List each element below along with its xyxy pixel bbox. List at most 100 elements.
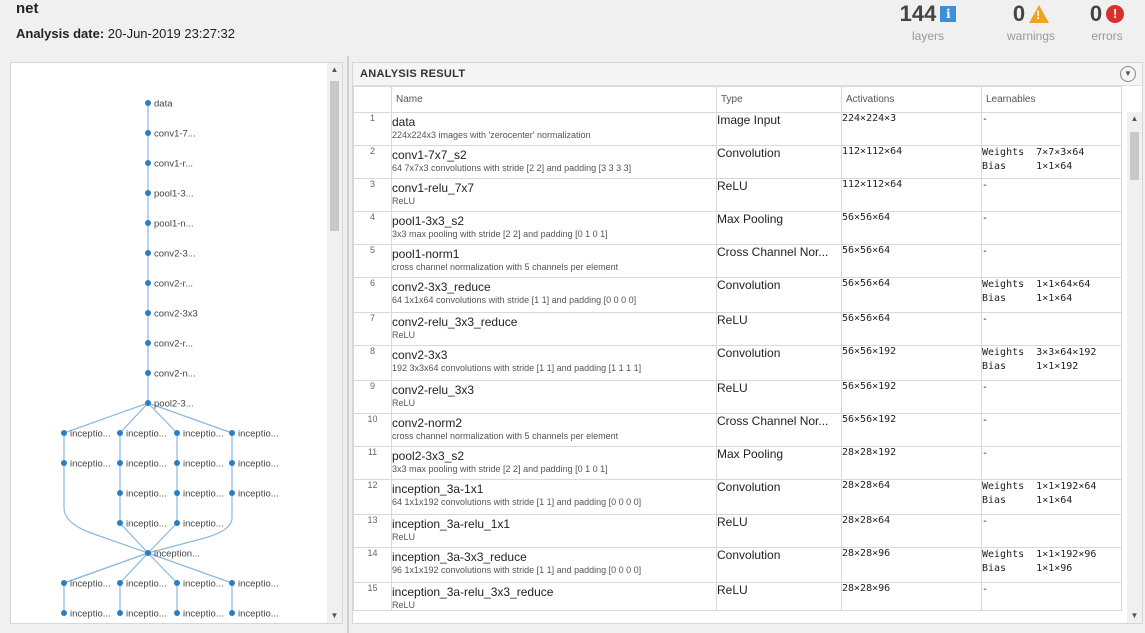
graph-node[interactable] — [61, 460, 67, 466]
table-row[interactable]: 13 inception_3a-relu_1x1 ReLU ReLU 28×28×64- — [353, 514, 1122, 548]
graph-node-label[interactable]: inceptio... — [238, 609, 279, 620]
graph-node-label[interactable]: inception... — [154, 549, 200, 560]
graph-node[interactable] — [229, 460, 235, 466]
graph-node[interactable] — [145, 280, 151, 286]
table-row[interactable]: 4 pool1-3x3_s2 3x3 max pooling with stride… — [353, 211, 1122, 245]
graph-node-label[interactable]: inceptio... — [126, 609, 167, 620]
graph-scroll-thumb[interactable] — [330, 81, 339, 231]
graph-node[interactable] — [229, 490, 235, 496]
table-row[interactable]: 15 inception_3a-relu_3x3_reduce ReLU ReLU 28… — [353, 582, 1122, 611]
graph-node[interactable] — [145, 310, 151, 316]
graph-node-label[interactable]: conv1-r... — [154, 159, 193, 170]
graph-node[interactable] — [145, 160, 151, 166]
graph-node[interactable] — [61, 610, 67, 616]
graph-node-label[interactable]: pool1-n... — [154, 219, 194, 230]
graph-node-label[interactable]: inceptio... — [238, 579, 279, 590]
graph-node-label[interactable]: conv2-3... — [154, 249, 196, 260]
table-row[interactable]: 2 conv1-7x7_s2 64 7x7x3 convolutions with … — [353, 145, 1122, 179]
graph-node[interactable] — [117, 610, 123, 616]
column-header-learnables[interactable]: Learnables — [981, 86, 1122, 113]
graph-node[interactable] — [145, 250, 151, 256]
table-row[interactable]: 11 pool2-3x3_s2 3x3 max pooling with strid… — [353, 446, 1122, 480]
graph-node-label[interactable]: inceptio... — [70, 459, 111, 470]
table-row[interactable]: 1 data 224x224x3 images with 'zerocenter' … — [353, 112, 1122, 146]
table-row[interactable]: 7 conv2-relu_3x3_reduce ReLU ReLU 56×56×64- — [353, 312, 1122, 346]
scroll-up-arrow-icon[interactable]: ▲ — [1127, 112, 1142, 126]
graph-node[interactable] — [174, 580, 180, 586]
table-row[interactable]: 9 conv2-relu_3x3 ReLU ReLU 56×56×192- — [353, 380, 1122, 414]
network-graph[interactable]: data conv1-7... conv1-r... pool1-3... pool1-… — [11, 63, 327, 623]
graph-scrollbar[interactable]: ▲ ▼ — [327, 63, 342, 623]
graph-node[interactable] — [145, 130, 151, 136]
graph-node-label[interactable]: inceptio... — [238, 429, 279, 440]
graph-node[interactable] — [145, 220, 151, 226]
table-row[interactable]: 14 inception_3a-3x3_reduce 96 1x1x192 conv… — [353, 547, 1122, 583]
column-header-index[interactable] — [353, 86, 392, 113]
panel-divider[interactable] — [347, 56, 349, 633]
graph-node-label[interactable]: conv2-r... — [154, 279, 193, 290]
graph-node-label[interactable]: inceptio... — [126, 429, 167, 440]
graph-node-label[interactable]: conv2-n... — [154, 369, 196, 380]
table-row[interactable]: 10 conv2-norm2 cross channel normalization… — [353, 413, 1122, 447]
graph-node[interactable] — [61, 580, 67, 586]
graph-node-label[interactable]: inceptio... — [183, 609, 224, 620]
scroll-down-arrow-icon[interactable]: ▼ — [1127, 609, 1142, 623]
layer-name: data — [392, 115, 416, 129]
graph-node[interactable] — [117, 490, 123, 496]
table-row[interactable]: 8 conv2-3x3 192 3x3x64 convolutions with s… — [353, 345, 1122, 381]
graph-node[interactable] — [145, 340, 151, 346]
graph-node[interactable] — [145, 370, 151, 376]
graph-node-label[interactable]: inceptio... — [183, 429, 224, 440]
graph-node[interactable] — [229, 430, 235, 436]
graph-node-label[interactable]: conv2-r... — [154, 339, 193, 350]
graph-node[interactable] — [145, 190, 151, 196]
graph-node-label[interactable]: pool1-3... — [154, 189, 194, 200]
table-row[interactable]: 6 conv2-3x3_reduce 64 1x1x64 convolutions … — [353, 277, 1122, 313]
graph-node[interactable] — [229, 610, 235, 616]
graph-node-label[interactable]: inceptio... — [126, 519, 167, 530]
graph-node-label[interactable]: inceptio... — [126, 489, 167, 500]
graph-node[interactable] — [117, 520, 123, 526]
graph-node-label[interactable]: pool2-3... — [154, 399, 194, 410]
graph-node-label[interactable]: inceptio... — [126, 579, 167, 590]
graph-node-label[interactable]: conv2-3x3 — [154, 309, 198, 320]
graph-node[interactable] — [117, 460, 123, 466]
graph-node[interactable] — [174, 460, 180, 466]
network-graph-panel[interactable]: data conv1-7... conv1-r... pool1-3... pool1-… — [10, 62, 343, 624]
graph-node-label[interactable]: data — [154, 99, 173, 110]
column-header-type[interactable]: Type — [716, 86, 842, 113]
scroll-down-arrow-icon[interactable]: ▼ — [327, 609, 342, 623]
graph-node-label[interactable]: inceptio... — [183, 459, 224, 470]
graph-node-label[interactable]: inceptio... — [183, 579, 224, 590]
graph-node[interactable] — [145, 100, 151, 106]
graph-node[interactable] — [145, 550, 151, 556]
graph-node[interactable] — [117, 580, 123, 586]
graph-node-label[interactable]: inceptio... — [183, 519, 224, 530]
graph-node-label[interactable]: inceptio... — [238, 489, 279, 500]
panel-menu-chevron-down-icon[interactable]: ▼ — [1120, 66, 1136, 82]
graph-node-label[interactable]: inceptio... — [70, 579, 111, 590]
graph-node-label[interactable]: inceptio... — [238, 459, 279, 470]
graph-node[interactable] — [174, 490, 180, 496]
graph-node-label[interactable]: inceptio... — [126, 459, 167, 470]
column-header-activations[interactable]: Activations — [841, 86, 982, 113]
layer-name: pool1-3x3_s2 — [392, 214, 465, 228]
column-header-name[interactable]: Name — [391, 86, 717, 113]
graph-node[interactable] — [61, 430, 67, 436]
table-row[interactable]: 3 conv1-relu_7x7 ReLU ReLU 112×112×64- — [353, 178, 1122, 212]
graph-node-label[interactable]: inceptio... — [70, 429, 111, 440]
graph-node[interactable] — [145, 400, 151, 406]
graph-node[interactable] — [174, 610, 180, 616]
scroll-up-arrow-icon[interactable]: ▲ — [327, 63, 342, 77]
graph-node[interactable] — [117, 430, 123, 436]
graph-node[interactable] — [174, 430, 180, 436]
table-scroll-thumb[interactable] — [1130, 132, 1139, 180]
graph-node[interactable] — [174, 520, 180, 526]
table-row[interactable]: 12 inception_3a-1x1 64 1x1x192 convolution… — [353, 479, 1122, 515]
graph-node[interactable] — [229, 580, 235, 586]
graph-node-label[interactable]: inceptio... — [183, 489, 224, 500]
table-scrollbar[interactable]: ▲ ▼ — [1127, 112, 1142, 623]
table-row[interactable]: 5 pool1-norm1 cross channel normalization … — [353, 244, 1122, 278]
graph-node-label[interactable]: inceptio... — [70, 609, 111, 620]
graph-node-label[interactable]: conv1-7... — [154, 129, 196, 140]
